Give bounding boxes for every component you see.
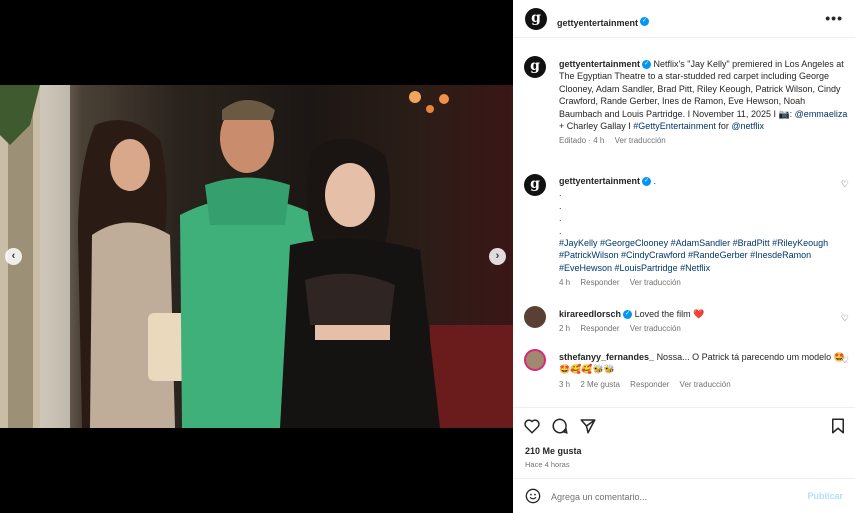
verified-badge-icon: ✓ bbox=[642, 177, 652, 187]
caption-username[interactable]: gettyentertainment bbox=[559, 59, 640, 69]
comment-time: 2 h bbox=[559, 324, 571, 334]
post-side-panel: g gettyentertainment ✓ ••• g gettyenterta… bbox=[513, 0, 855, 513]
comment-text: sthefanyy_fernandes_ Nossa... O Patrick … bbox=[559, 351, 849, 391]
reply-button[interactable]: Responder bbox=[580, 278, 619, 287]
comment-avatar[interactable]: g bbox=[524, 174, 546, 196]
see-translation-link[interactable]: Ver traducción bbox=[615, 136, 666, 145]
post-actions-bar: 210 Me gusta Hace 4 horas bbox=[513, 407, 855, 478]
reply-button[interactable]: Responder bbox=[580, 324, 619, 333]
comment-meta: 4 h Responder Ver traducción bbox=[559, 277, 849, 289]
caption-body-middle: + Charley Gallay I bbox=[559, 121, 634, 132]
share-send-icon[interactable] bbox=[579, 417, 597, 435]
dot-line: . bbox=[559, 200, 562, 211]
post-photo[interactable] bbox=[0, 85, 513, 428]
mention-link[interactable]: @netflix bbox=[731, 121, 764, 131]
comment-avatar[interactable] bbox=[524, 306, 546, 328]
like-comment-heart-icon[interactable]: ♡ bbox=[841, 179, 849, 190]
like-comment-heart-icon[interactable]: ♡ bbox=[841, 355, 849, 366]
hashtag-link[interactable]: #GettyEntertainment bbox=[633, 121, 716, 131]
caption-meta: Editado · 4 h Ver traducción bbox=[559, 135, 849, 147]
caption-body-for: for bbox=[715, 121, 732, 132]
dot-line: . bbox=[559, 225, 562, 236]
comment-username[interactable]: gettyentertainment bbox=[559, 176, 640, 186]
comment-avatar[interactable] bbox=[524, 349, 546, 371]
comment-likes[interactable]: 2 Me gusta bbox=[580, 380, 620, 389]
like-heart-icon[interactable] bbox=[523, 417, 541, 435]
dot-line: . bbox=[559, 213, 562, 224]
post-media-area: ‹ › bbox=[0, 0, 513, 513]
comment-text: kirareedlorsch ✓ Loved the film ❤️ 2 h Re… bbox=[559, 308, 849, 336]
like-comment-heart-icon[interactable]: ♡ bbox=[841, 313, 849, 324]
comment-dots: . . . . bbox=[559, 187, 849, 237]
comments-list[interactable]: g gettyentertainment ✓ Netflix's "Jay Kel… bbox=[513, 39, 855, 407]
header-username[interactable]: gettyentertainment bbox=[557, 18, 638, 28]
comment-body: . bbox=[653, 176, 657, 186]
caption-avatar[interactable]: g bbox=[524, 56, 546, 78]
see-translation-link[interactable]: Ver traducción bbox=[680, 380, 731, 389]
carousel-next-button[interactable]: › bbox=[489, 248, 506, 265]
verified-badge-icon: ✓ bbox=[642, 60, 652, 70]
caption-edited: Editado · 4 h bbox=[559, 136, 605, 146]
caption-text: gettyentertainment ✓ Netflix's "Jay Kelly… bbox=[559, 58, 849, 148]
comment-username[interactable]: kirareedlorsch bbox=[559, 309, 621, 319]
post-header: g gettyentertainment ✓ ••• bbox=[513, 0, 855, 38]
comment-input[interactable] bbox=[551, 489, 801, 505]
comment-meta: 2 h Responder Ver traducción bbox=[559, 323, 849, 335]
mention-link[interactable]: @emmaeliza bbox=[795, 109, 848, 119]
likes-count[interactable]: 210 Me gusta bbox=[525, 446, 582, 456]
comment-text: gettyentertainment ✓ . . . . . #JayKelly … bbox=[559, 175, 849, 290]
author-avatar[interactable]: g bbox=[525, 8, 547, 30]
comment-meta: 3 h 2 Me gusta Responder Ver traducción bbox=[559, 379, 849, 391]
comment-bubble-icon[interactable] bbox=[551, 417, 569, 435]
see-translation-link[interactable]: Ver traducción bbox=[630, 278, 681, 287]
dot-line: . bbox=[559, 188, 562, 199]
add-comment-bar: Publicar bbox=[513, 478, 855, 513]
post-time: Hace 4 horas bbox=[525, 460, 570, 469]
more-dots-icon[interactable]: ••• bbox=[825, 10, 843, 26]
comment-time: 3 h bbox=[559, 379, 571, 389]
comment-username[interactable]: sthefanyy_fernandes_ bbox=[559, 352, 654, 362]
reply-button[interactable]: Responder bbox=[630, 380, 669, 389]
carousel-prev-button[interactable]: ‹ bbox=[5, 248, 22, 265]
publish-button[interactable]: Publicar bbox=[807, 491, 843, 501]
hashtag-list[interactable]: #JayKelly #GeorgeClooney #AdamSandler #B… bbox=[559, 237, 849, 274]
verified-badge-icon: ✓ bbox=[623, 310, 633, 320]
comment-time: 4 h bbox=[559, 278, 571, 288]
verified-badge-icon: ✓ bbox=[640, 17, 650, 27]
header-author: gettyentertainment ✓ bbox=[557, 13, 650, 31]
photo-illustration bbox=[0, 85, 513, 428]
see-translation-link[interactable]: Ver traducción bbox=[630, 324, 681, 333]
comment-body: Loved the film ❤️ bbox=[634, 309, 705, 319]
emoji-icon[interactable] bbox=[525, 488, 541, 504]
save-bookmark-icon[interactable] bbox=[829, 417, 847, 435]
